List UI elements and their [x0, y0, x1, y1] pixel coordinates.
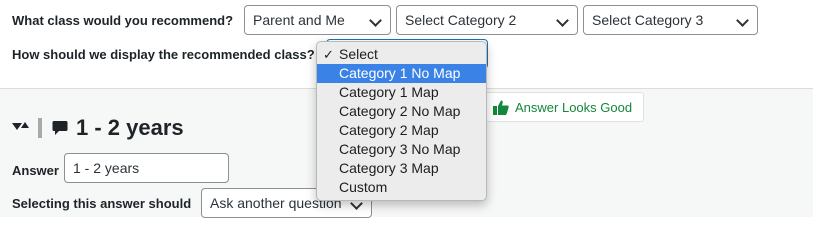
dropdown-option-category-2-no-map[interactable]: Category 2 No Map: [317, 102, 486, 121]
dropdown-option-label: Category 3 Map: [339, 160, 439, 176]
dropdown-option-category-3-map[interactable]: Category 3 Map: [317, 159, 486, 178]
class-question-label: What class would you recommend?: [12, 13, 234, 28]
dropdown-option-label: Select: [339, 46, 378, 62]
dropdown-option-label: Category 2 No Map: [339, 103, 461, 119]
dropdown-option-category-2-map[interactable]: Category 2 Map: [317, 121, 486, 140]
chevron-down-icon: [556, 14, 569, 27]
dropdown-option-category-3-no-map[interactable]: Category 3 No Map: [317, 140, 486, 159]
class-category-3-value: Select Category 3: [592, 12, 704, 28]
class-category-2-value: Select Category 2: [405, 12, 517, 28]
thumbs-up-icon: [493, 100, 509, 115]
dropdown-option-label: Category 2 Map: [339, 122, 439, 138]
answer-title: 1 - 2 years: [76, 115, 184, 140]
answer-looks-good-button[interactable]: Answer Looks Good: [484, 92, 644, 122]
class-category-1-value: Parent and Me: [253, 12, 345, 28]
answer-input[interactable]: [64, 153, 229, 183]
class-category-3-select[interactable]: Select Category 3: [583, 5, 758, 35]
dropdown-option-label: Custom: [339, 179, 388, 195]
dropdown-option-label: Category 1 No Map: [339, 65, 461, 81]
class-category-2-select[interactable]: Select Category 2: [396, 5, 578, 35]
class-category-1-select[interactable]: Parent and Me: [244, 5, 391, 35]
selecting-answer-label: Selecting this answer should: [12, 196, 192, 211]
chevron-down-icon: [369, 14, 382, 27]
answer-label: Answer: [12, 163, 59, 178]
dropdown-option-custom[interactable]: Custom: [317, 178, 486, 197]
answer-title-row: 1 - 2 years: [12, 115, 184, 140]
title-separator: [38, 118, 42, 138]
chevron-down-icon: [736, 14, 749, 27]
answer-looks-good-label: Answer Looks Good: [515, 99, 633, 115]
dropdown-option-select[interactable]: ✓ Select: [317, 45, 486, 64]
sort-toggle-icon[interactable]: [12, 118, 32, 138]
dropdown-option-label: Category 3 No Map: [339, 141, 461, 157]
dropdown-option-category-1-map[interactable]: Category 1 Map: [317, 83, 486, 102]
dropdown-option-category-1-no-map[interactable]: Category 1 No Map: [317, 64, 486, 83]
dropdown-option-label: Category 1 Map: [339, 84, 439, 100]
display-mode-dropdown-list: ✓ Select Category 1 No Map Category 1 Ma…: [316, 41, 487, 201]
comment-icon: [52, 121, 68, 135]
checkmark-icon: ✓: [323, 47, 334, 62]
display-question-label: How should we display the recommended cl…: [12, 47, 315, 62]
